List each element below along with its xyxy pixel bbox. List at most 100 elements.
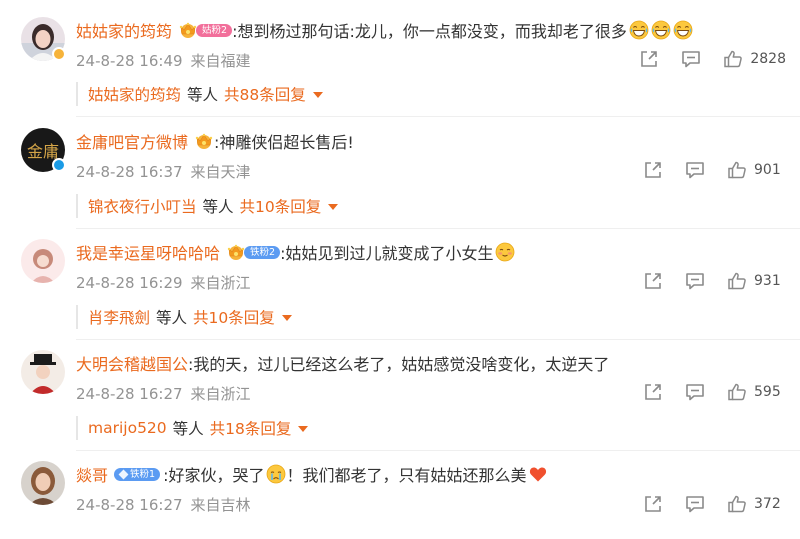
comment-text: :姑姑见到过儿就变成了小女生 xyxy=(280,244,494,263)
comment-line: 金庸吧官方微博 :神雕侠侣超长售后! xyxy=(76,129,354,153)
laugh-cry-emoji-icon xyxy=(629,20,649,40)
like-count: 931 xyxy=(754,273,781,289)
share-button[interactable] xyxy=(642,493,664,515)
heart-emoji-icon xyxy=(528,464,548,484)
share-button[interactable] xyxy=(642,381,664,403)
comment-meta: 24-8-28 16:27 来自吉林 xyxy=(76,494,251,515)
verified-icon xyxy=(52,47,66,61)
username-link[interactable]: 金庸吧官方微博 xyxy=(76,129,188,153)
share-icon xyxy=(638,48,660,70)
avatar[interactable] xyxy=(21,350,65,394)
reply-user-link[interactable]: 肖李飛劍 xyxy=(88,306,150,328)
comment-icon xyxy=(684,381,706,403)
share-button[interactable] xyxy=(642,159,664,181)
share-icon xyxy=(642,159,664,181)
like-count: 901 xyxy=(754,162,781,178)
chevron-down-icon[interactable] xyxy=(328,204,339,210)
reply-user-link[interactable]: marijo520 xyxy=(88,419,167,437)
like-button[interactable] xyxy=(726,270,748,292)
like-count: 595 xyxy=(754,384,781,400)
reply-count-link[interactable]: 共18条回复 xyxy=(210,417,292,439)
crown-badge[interactable] xyxy=(194,134,212,149)
comment-actions: 901 xyxy=(642,159,786,181)
share-button[interactable] xyxy=(642,270,664,292)
comment-line: 姑姑家的筠筠 姑粉2 :想到杨过那句话:龙儿，你一点都没变，而我却老了很多 xyxy=(76,18,693,42)
like-button[interactable] xyxy=(726,493,748,515)
crown-icon xyxy=(178,21,198,39)
reply-etc-label: 等人 xyxy=(156,309,188,327)
fan-badge-text: 铁粉1 xyxy=(130,468,156,480)
reply-count-link[interactable]: 共10条回复 xyxy=(193,306,275,328)
replies-summary[interactable]: 姑姑家的筠筠 等人 共88条回复 xyxy=(76,82,323,106)
reply-count-link[interactable]: 共88条回复 xyxy=(224,83,306,105)
comment-time: 24-8-28 16:27 xyxy=(76,385,183,403)
reply-button[interactable] xyxy=(684,381,706,403)
username-link[interactable]: 燚哥 xyxy=(76,462,108,486)
divider xyxy=(76,450,800,451)
comment-text: :我的天，过儿已经这么老了，姑姑感觉没啥变化，太逆天了 xyxy=(188,355,610,374)
comment-line: 燚哥 铁粉1 :好家伙，哭了 ！我们都老了，只有姑姑还那么美 xyxy=(76,462,548,486)
comment-text: :神雕侠侣超长售后! xyxy=(214,133,354,152)
comment-actions: 2828 xyxy=(638,48,786,70)
like-icon xyxy=(726,493,748,515)
reply-button[interactable] xyxy=(680,48,702,70)
avatar[interactable] xyxy=(21,461,65,505)
fan-badge[interactable]: 姑粉2 xyxy=(178,21,233,39)
chevron-down-icon[interactable] xyxy=(312,92,323,98)
share-icon xyxy=(642,270,664,292)
comment-actions: 372 xyxy=(642,493,786,515)
comment-text-continued: ！我们都老了，只有姑姑还那么美 xyxy=(286,466,527,485)
like-button[interactable] xyxy=(726,159,748,181)
replies-summary[interactable]: marijo520 等人 共18条回复 xyxy=(76,416,309,440)
laugh-cry-emoji-icon xyxy=(673,20,693,40)
fan-badge-label: 姑粉2 xyxy=(196,23,233,37)
reply-button[interactable] xyxy=(684,493,706,515)
comment-icon xyxy=(680,48,702,70)
comment-time: 24-8-28 16:29 xyxy=(76,274,183,292)
username-link[interactable]: 姑姑家的筠筠 xyxy=(76,18,172,42)
crown-icon xyxy=(194,132,214,150)
avatar[interactable] xyxy=(21,239,65,283)
divider xyxy=(76,228,800,229)
comment-time: 24-8-28 16:49 xyxy=(76,52,183,70)
reply-user-link[interactable]: 锦衣夜行小叮当 xyxy=(88,195,197,217)
like-count: 372 xyxy=(754,496,781,512)
username-link[interactable]: 大明会稽越国公 xyxy=(76,351,188,375)
like-icon xyxy=(722,48,744,70)
comment-line: 大明会稽越国公 :我的天，过儿已经这么老了，姑姑感觉没啥变化，太逆天了 xyxy=(76,351,609,375)
divider xyxy=(76,116,800,117)
share-button[interactable] xyxy=(638,48,660,70)
replies-summary[interactable]: 锦衣夜行小叮当 等人 共10条回复 xyxy=(76,194,339,218)
like-count: 2828 xyxy=(750,51,786,67)
fan-badge[interactable]: 铁粉1 xyxy=(114,467,161,482)
laugh-cry-emoji-icon xyxy=(651,20,671,40)
fan-badge-label: 铁粉1 xyxy=(114,467,161,481)
blush-emoji-icon xyxy=(495,242,515,262)
comment-location: 来自浙江 xyxy=(190,385,251,403)
like-icon xyxy=(726,270,748,292)
comment-location: 来自天津 xyxy=(190,163,251,181)
reply-count-link[interactable]: 共10条回复 xyxy=(240,195,322,217)
divider xyxy=(76,339,800,340)
reply-etc-label: 等人 xyxy=(187,86,219,104)
replies-summary[interactable]: 肖李飛劍 等人 共10条回复 xyxy=(76,305,292,329)
reply-etc-label: 等人 xyxy=(172,420,204,438)
chevron-down-icon[interactable] xyxy=(298,426,309,432)
reply-user-link[interactable]: 姑姑家的筠筠 xyxy=(88,83,181,105)
chevron-down-icon[interactable] xyxy=(281,315,292,321)
verified-icon xyxy=(52,158,66,172)
comment-icon xyxy=(684,270,706,292)
reply-button[interactable] xyxy=(684,270,706,292)
like-button[interactable] xyxy=(722,48,744,70)
share-icon xyxy=(642,381,664,403)
comment-meta: 24-8-28 16:49 来自福建 xyxy=(76,50,251,71)
username-link[interactable]: 我是幸运星呀哈哈哈 xyxy=(76,240,220,264)
comment-time: 24-8-28 16:27 xyxy=(76,496,183,514)
like-button[interactable] xyxy=(726,381,748,403)
reply-button[interactable] xyxy=(684,159,706,181)
cry-emoji-icon xyxy=(266,464,286,484)
share-icon xyxy=(642,493,664,515)
like-icon xyxy=(726,381,748,403)
fan-badge[interactable]: 铁粉2 xyxy=(226,245,281,260)
fan-badge-label: 铁粉2 xyxy=(244,245,281,259)
